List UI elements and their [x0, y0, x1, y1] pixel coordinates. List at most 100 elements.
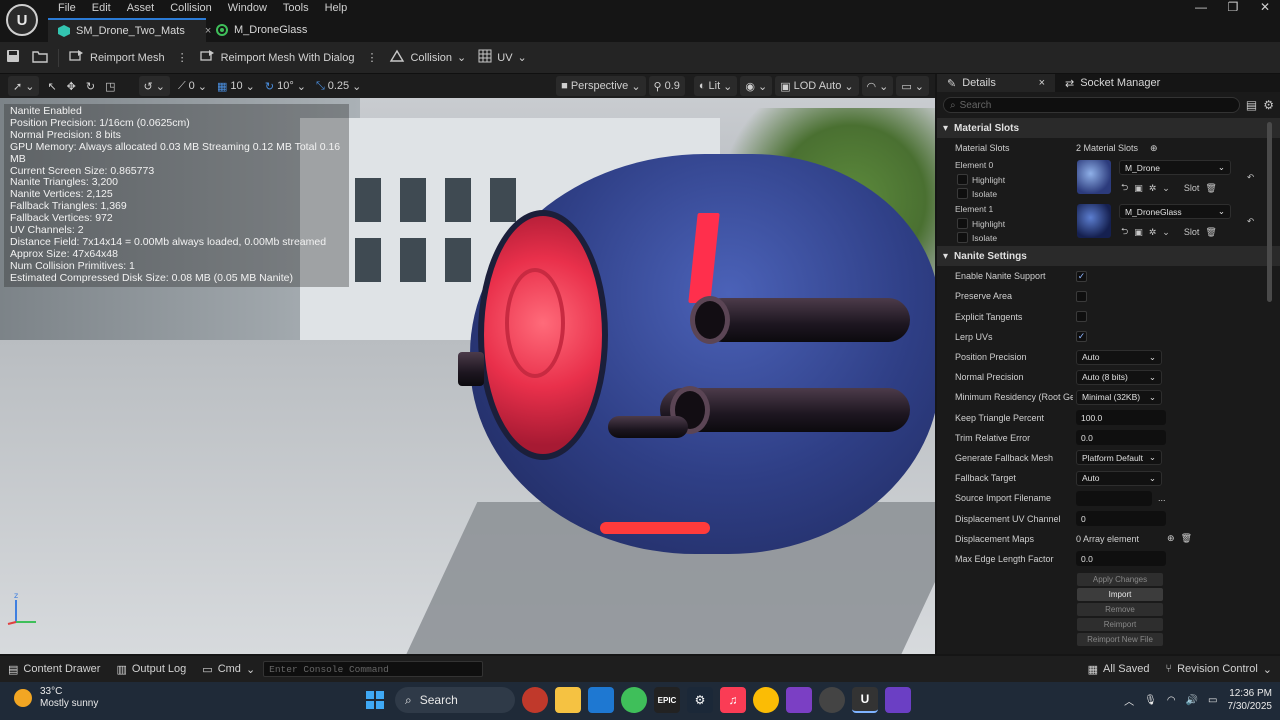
- taskbar-search[interactable]: ⌕ Search: [395, 687, 515, 713]
- displacement-uv-input[interactable]: 0: [1076, 511, 1166, 527]
- scene-render[interactable]: Nanite Enabled Position Precision: 1/16c…: [0, 98, 935, 654]
- highlight-checkbox[interactable]: [957, 174, 968, 186]
- remove-button[interactable]: Remove: [1077, 603, 1163, 616]
- reset-arrow-icon[interactable]: ↶: [1247, 216, 1254, 227]
- battery-icon[interactable]: ▭: [1208, 695, 1217, 706]
- volume-icon[interactable]: 🔊: [1186, 695, 1198, 706]
- layout-dropdown[interactable]: ▭ ⌄: [896, 76, 929, 96]
- angle-snap-button[interactable]: ↻ 10° ⌄: [260, 76, 311, 96]
- more-options-icon[interactable]: ⋮: [360, 45, 383, 71]
- normal-precision-dropdown[interactable]: Auto (8 bits) ⌄: [1076, 369, 1162, 385]
- browse-file-button[interactable]: ...: [1158, 493, 1166, 503]
- highlight-checkbox[interactable]: [957, 218, 968, 230]
- use-selected-icon[interactable]: ⮌: [1121, 180, 1128, 196]
- clock[interactable]: 12:36 PM 7/30/2025: [1228, 687, 1273, 713]
- isolate-toggle[interactable]: Isolate: [957, 188, 997, 200]
- scale-snap-button[interactable]: ⤡ 0.25 ⌄: [311, 76, 366, 96]
- isolate-checkbox[interactable]: [957, 232, 968, 244]
- settings-gear-icon[interactable]: ⚙: [1263, 98, 1274, 112]
- menu-edit[interactable]: Edit: [84, 0, 119, 17]
- explicit-tangents-checkbox[interactable]: [1076, 311, 1087, 323]
- search-highlight-icon[interactable]: [522, 687, 548, 713]
- windows-start-icon[interactable]: [362, 687, 388, 713]
- add-slot-icon[interactable]: ⊕: [1150, 143, 1158, 154]
- camera-speed-dropdown[interactable]: ⚲ 0.9: [648, 76, 685, 96]
- music-icon[interactable]: ♫: [720, 687, 746, 713]
- tab-sm-drone-two-mats[interactable]: SM_Drone_Two_Mats ×: [48, 18, 211, 42]
- tab-m-droneglass[interactable]: M_DroneGlass: [206, 18, 317, 42]
- revision-control-button[interactable]: ⑂ Revision Control ⌄: [1157, 663, 1280, 676]
- microphone-icon[interactable]: 🎙: [1144, 695, 1157, 706]
- maximize-icon[interactable]: ❐: [1226, 0, 1240, 14]
- save-button[interactable]: [0, 45, 26, 71]
- add-element-icon[interactable]: ⊕: [1167, 533, 1175, 544]
- move-tool-icon[interactable]: ✥: [62, 76, 81, 96]
- details-scrollbar[interactable]: [1267, 122, 1272, 302]
- highlight-toggle[interactable]: Highlight: [957, 218, 1005, 230]
- reimport-mesh-with-dialog-button[interactable]: Reimport Mesh With Dialog: [194, 45, 361, 71]
- highlight-toggle[interactable]: Highlight: [957, 174, 1005, 186]
- menu-window[interactable]: Window: [220, 0, 275, 17]
- source-import-input[interactable]: [1076, 490, 1152, 506]
- reimport-button[interactable]: Reimport: [1077, 618, 1163, 631]
- delete-icon[interactable]: 🗑: [1205, 227, 1216, 238]
- menu-asset[interactable]: Asset: [119, 0, 163, 17]
- perspective-dropdown[interactable]: ■ Perspective ⌄: [556, 76, 646, 96]
- browse-asset-button[interactable]: [26, 45, 54, 71]
- isolate-checkbox[interactable]: [957, 188, 968, 200]
- uv-dropdown[interactable]: UV ⌄: [472, 45, 533, 71]
- show-flags-dropdown[interactable]: ◉ ⌄: [740, 76, 773, 96]
- tab-socket-manager[interactable]: ⇄ Socket Manager: [1055, 74, 1170, 92]
- keep-triangle-input[interactable]: 100.0: [1076, 410, 1166, 426]
- details-search-input[interactable]: ⌕ Search: [943, 97, 1240, 113]
- section-material-slots[interactable]: ▾ Material Slots: [937, 118, 1280, 138]
- delete-icon[interactable]: 🗑: [1205, 183, 1216, 194]
- unreal-engine-taskbar-icon[interactable]: U: [852, 687, 878, 713]
- minimum-residency-dropdown[interactable]: Minimal (32KB) ⌄: [1076, 389, 1162, 405]
- material-picker[interactable]: M_DroneGlass ⌄: [1119, 204, 1231, 220]
- select-tool-icon[interactable]: ↖: [42, 76, 61, 96]
- reimport-new-file-button[interactable]: Reimport New File: [1077, 633, 1163, 646]
- chevron-down-icon[interactable]: ⌄: [1162, 227, 1170, 238]
- material-picker[interactable]: M_Drone ⌄: [1119, 160, 1231, 176]
- xbox-icon[interactable]: [621, 687, 647, 713]
- coordinate-space-button[interactable]: ↺ ⌄: [138, 76, 170, 96]
- clipchamp-icon[interactable]: [885, 687, 911, 713]
- material-options-icon[interactable]: ✲: [1149, 227, 1157, 238]
- isolate-toggle[interactable]: Isolate: [957, 232, 997, 244]
- menu-collision[interactable]: Collision: [162, 0, 220, 17]
- grid-snap-button[interactable]: ▦ 10 ⌄: [212, 76, 260, 96]
- menu-tools[interactable]: Tools: [275, 0, 317, 17]
- viewport[interactable]: ➚ ⌄ ↖ ✥ ↻ ◳ ↺ ⌄ ⟋ 0 ⌄ ▦ 10 ⌄ ↻ 10° ⌄ ⤡ 0.25 ⌄ ■ Per…: [0, 74, 935, 654]
- position-precision-dropdown[interactable]: Auto ⌄: [1076, 349, 1162, 365]
- enable-nanite-checkbox[interactable]: ✓: [1076, 270, 1087, 282]
- reimport-mesh-button[interactable]: Reimport Mesh: [63, 45, 171, 71]
- surface-snap-button[interactable]: ⟋ 0 ⌄: [173, 76, 212, 96]
- table-view-icon[interactable]: ▤: [1246, 98, 1257, 112]
- close-icon[interactable]: ×: [1039, 77, 1045, 89]
- rotate-tool-icon[interactable]: ↻: [81, 76, 100, 96]
- chevron-down-icon[interactable]: ⌄: [1162, 183, 1170, 194]
- steam-icon[interactable]: ⚙: [687, 687, 713, 713]
- console-command-input[interactable]: Enter Console Command: [263, 661, 484, 677]
- wifi-icon[interactable]: ◠: [1167, 695, 1176, 706]
- tray-chevron-up-icon[interactable]: ︿: [1124, 693, 1134, 708]
- tab-details[interactable]: ✎ Details ×: [937, 74, 1055, 92]
- outlook-icon[interactable]: [588, 687, 614, 713]
- menu-help[interactable]: Help: [317, 0, 356, 17]
- preserve-area-checkbox[interactable]: [1076, 290, 1087, 302]
- delete-icon[interactable]: 🗑: [1181, 533, 1192, 544]
- import-button[interactable]: Import: [1077, 588, 1163, 601]
- unreal-logo-icon[interactable]: U: [6, 4, 38, 36]
- scale-tool-icon[interactable]: ◳: [100, 76, 120, 96]
- material-thumbnail[interactable]: [1077, 204, 1111, 239]
- lerp-uvs-checkbox[interactable]: ✓: [1076, 331, 1087, 343]
- chrome-icon[interactable]: [753, 687, 779, 713]
- section-nanite-settings[interactable]: ▾ Nanite Settings: [937, 246, 1280, 267]
- material-thumbnail[interactable]: [1077, 160, 1111, 195]
- lod-dropdown[interactable]: ▣ LOD Auto ⌄: [775, 76, 859, 96]
- use-selected-icon[interactable]: ⮌: [1121, 224, 1128, 240]
- select-mode-button[interactable]: ➚ ⌄: [8, 76, 40, 96]
- material-options-icon[interactable]: ✲: [1149, 183, 1157, 194]
- all-saved-button[interactable]: ▦ All Saved: [1080, 663, 1158, 676]
